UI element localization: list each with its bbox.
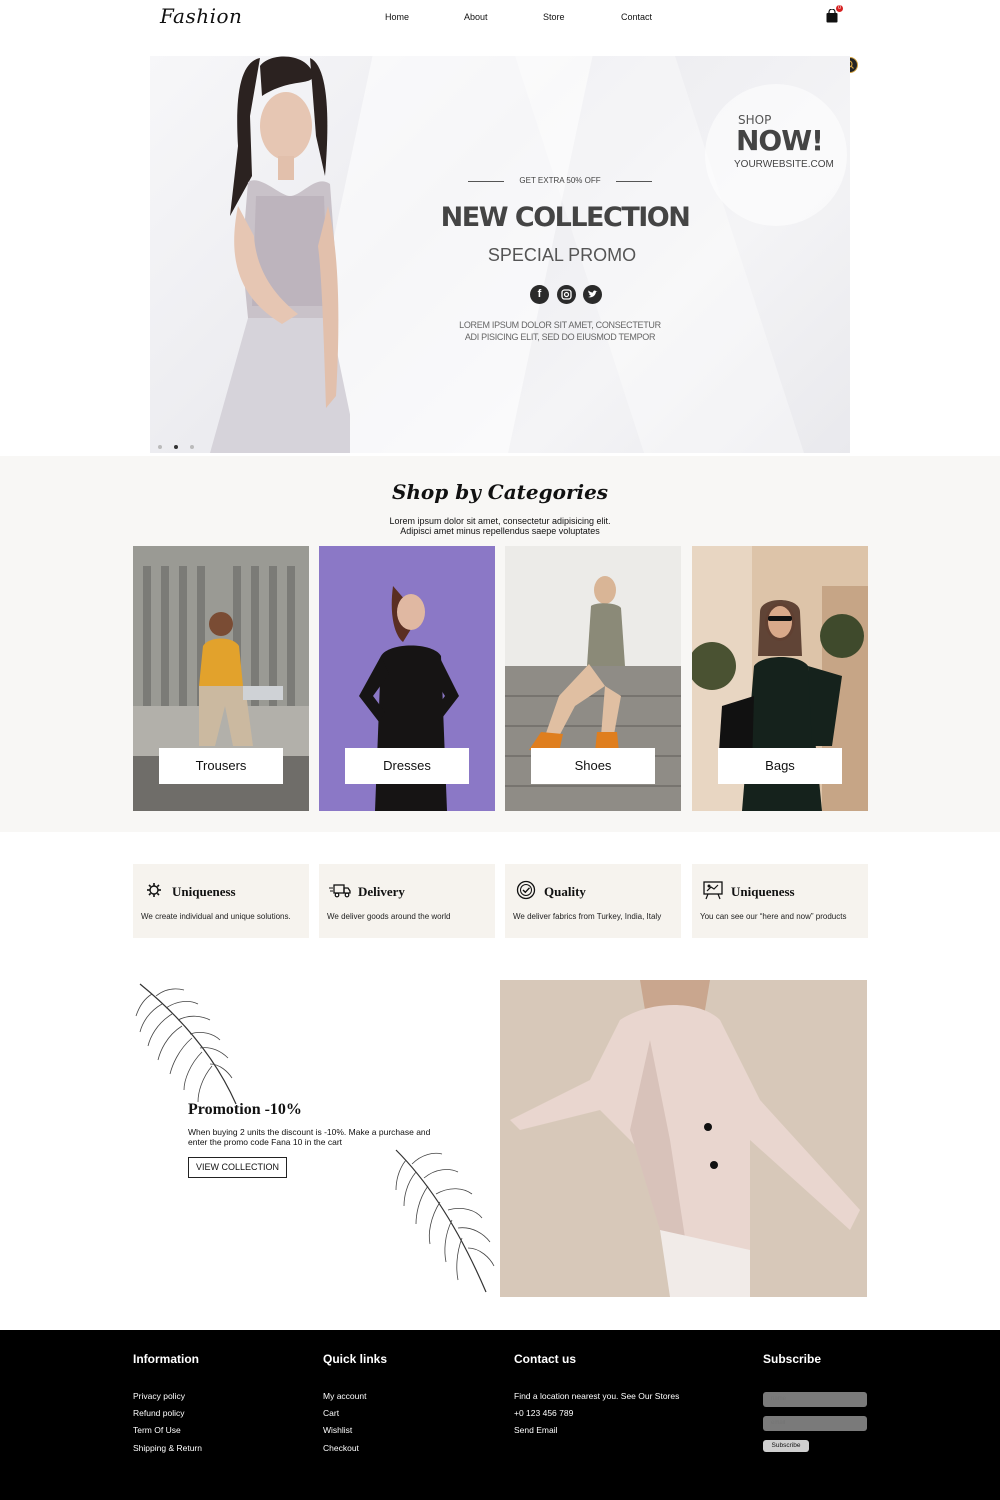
footer-contact-title: Contact us xyxy=(514,1352,577,1366)
hero-subtitle: SPECIAL PROMO xyxy=(487,245,637,265)
footer-link-checkout[interactable]: Checkout xyxy=(323,1443,359,1453)
leaf-decoration xyxy=(135,983,237,1105)
category-card-bags[interactable]: Bags xyxy=(692,546,868,811)
subscribe-email-input[interactable] xyxy=(763,1416,867,1431)
site-footer: Information Privacy policy Refund policy… xyxy=(0,1330,1000,1500)
feature-uniqueness-2: Uniqueness You can see our “here and now… xyxy=(692,864,868,938)
subscribe-button[interactable]: Subscribe xyxy=(763,1440,809,1452)
site-logo[interactable]: Fashion xyxy=(160,4,242,28)
truck-icon xyxy=(329,884,351,898)
feature-text: We create individual and unique solution… xyxy=(141,912,291,921)
feature-title: Uniqueness xyxy=(731,884,795,899)
footer-link-refund[interactable]: Refund policy xyxy=(133,1408,185,1418)
category-label: Trousers xyxy=(159,748,283,784)
nav-contact[interactable]: Contact xyxy=(621,12,652,22)
footer-link-wishlist[interactable]: Wishlist xyxy=(323,1425,352,1435)
categories-description: Lorem ipsum dolor sit amet, consectetur … xyxy=(389,516,611,536)
feature-title: Delivery xyxy=(358,884,405,899)
hero-banner: SHOP NOW! YOURWEBSITE.COM GET EXTRA 50% … xyxy=(150,56,850,453)
facebook-icon[interactable]: f xyxy=(530,285,549,304)
slider-dot-1[interactable] xyxy=(158,445,162,449)
footer-information-title: Information xyxy=(133,1352,199,1366)
footer-subscribe-title: Subscribe xyxy=(763,1352,822,1366)
feature-text: You can see our “here and now” products xyxy=(700,912,847,921)
cart-count-badge: 0 xyxy=(836,5,843,12)
instagram-icon[interactable] xyxy=(557,285,576,304)
category-card-dresses[interactable]: Dresses xyxy=(319,546,495,811)
promo-text: When buying 2 units the discount is -10%… xyxy=(188,1127,431,1147)
gear-icon xyxy=(147,883,161,897)
hero-model-image xyxy=(210,56,350,453)
slider-dot-3[interactable] xyxy=(190,445,194,449)
category-label: Bags xyxy=(718,748,842,784)
footer-link-stores[interactable]: Find a location nearest you. See Our Sto… xyxy=(514,1391,679,1401)
shop-url: YOURWEBSITE.COM xyxy=(734,159,834,170)
nav-store[interactable]: Store xyxy=(543,12,565,22)
category-label: Shoes xyxy=(531,748,655,784)
footer-link-cart[interactable]: Cart xyxy=(323,1408,339,1418)
footer-send-email[interactable]: Send Email xyxy=(514,1425,557,1435)
slider-dot-2[interactable] xyxy=(174,445,178,449)
categories-section: Shop by Categories Lorem ipsum dolor sit… xyxy=(0,456,1000,832)
categories-title: Shop by Categories xyxy=(391,480,609,504)
promo-title: Promotion -10% xyxy=(188,1101,302,1118)
feature-uniqueness: Uniqueness We create individual and uniq… xyxy=(133,864,309,938)
category-card-shoes[interactable]: Shoes xyxy=(505,546,681,811)
hero-description: LOREM IPSUM DOLOR SIT AMET, CONSECTETUR … xyxy=(459,320,661,342)
presentation-icon xyxy=(703,881,723,900)
promo-photo xyxy=(500,980,867,1297)
quality-badge-icon xyxy=(516,880,536,900)
hero-title: NEW COLLECTION xyxy=(440,202,691,233)
hero-offer: GET EXTRA 50% OFF xyxy=(519,176,601,185)
shop-now-label: NOW! xyxy=(736,124,824,157)
feature-text: We deliver fabrics from Turkey, India, I… xyxy=(513,912,662,921)
footer-phone[interactable]: +0 123 456 789 xyxy=(514,1408,573,1418)
footer-link-account[interactable]: My account xyxy=(323,1391,366,1401)
feature-delivery: Delivery We deliver goods around the wor… xyxy=(319,864,495,938)
site-header: Fashion Home About Store Contact 0 xyxy=(0,0,1000,40)
subscribe-name-input[interactable] xyxy=(763,1392,867,1407)
footer-link-privacy[interactable]: Privacy policy xyxy=(133,1391,185,1401)
feature-text: We deliver goods around the world xyxy=(327,912,451,921)
footer-link-terms[interactable]: Term Of Use xyxy=(133,1425,181,1435)
footer-link-shipping[interactable]: Shipping & Return xyxy=(133,1443,202,1453)
nav-home[interactable]: Home xyxy=(385,12,409,22)
category-label: Dresses xyxy=(345,748,469,784)
feature-quality: Quality We deliver fabrics from Turkey, … xyxy=(505,864,681,938)
feature-title: Uniqueness xyxy=(172,884,236,899)
leaf-decoration xyxy=(395,1149,495,1293)
category-card-trousers[interactable]: Trousers xyxy=(133,546,309,811)
nav-about[interactable]: About xyxy=(464,12,488,22)
footer-quick-links-title: Quick links xyxy=(323,1352,388,1366)
feature-title: Quality xyxy=(544,884,586,899)
twitter-icon[interactable] xyxy=(583,285,602,304)
view-collection-button[interactable]: VIEW COLLECTION xyxy=(188,1157,287,1178)
